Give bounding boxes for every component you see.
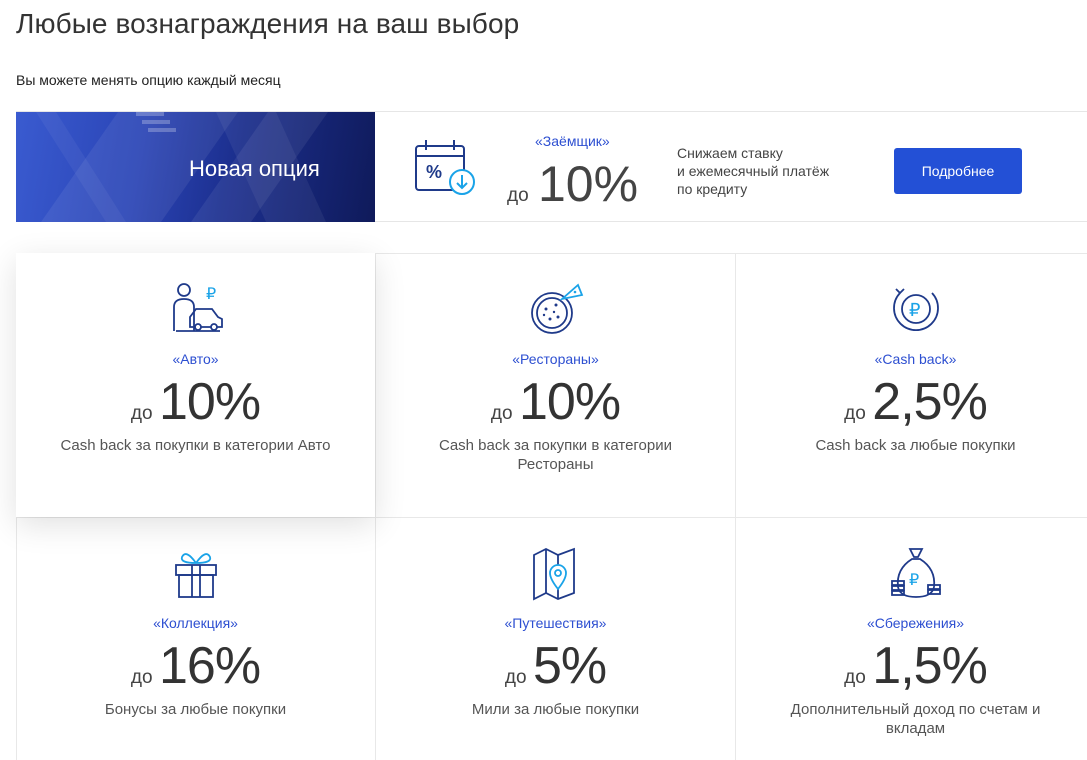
option-name[interactable]: «Cash back» (736, 351, 1087, 367)
option-value-row: до 5% (376, 636, 735, 696)
new-option-banner[interactable]: Новая опция (16, 112, 375, 222)
option-description: Cash back за любые покупки (815, 437, 1016, 454)
promo-description: Снижаем ставку и ежемесячный платёж по к… (677, 144, 847, 198)
option-value: 2,5% (872, 373, 988, 431)
option-name[interactable]: «Сбережения» (736, 615, 1087, 631)
page-subtitle: Вы можете менять опцию каждый месяц (16, 72, 281, 88)
money-bag-icon: ₽ (890, 548, 941, 598)
option-card-auto[interactable]: ₽ «Авто» до 10% Cash back за покупки в к… (16, 253, 375, 517)
option-description: Мили за любые покупки (471, 701, 640, 718)
option-value-row: до 16% (16, 636, 375, 696)
calendar-percent-icon: % (415, 140, 475, 195)
option-prefix: до (130, 667, 153, 688)
promo-description-line: и ежемесячный платёж (677, 163, 830, 179)
option-card-collection[interactable]: «Коллекция» до 16% Бонусы за любые покуп… (16, 517, 375, 760)
promo-value: 10% (538, 156, 639, 212)
page-title: Любые вознаграждения на ваш выбор (16, 8, 520, 39)
pizza-icon (530, 283, 583, 334)
promo-description-line: Снижаем ставку (677, 145, 783, 161)
promo-description-line: по кредиту (677, 181, 748, 197)
option-value: 10% (159, 373, 261, 431)
option-card-cashback[interactable]: ₽ «Cash back» до 2,5% Cash back за любые… (736, 253, 1087, 517)
option-name[interactable]: «Авто» (16, 351, 375, 367)
option-value: 16% (159, 637, 261, 695)
map-pin-icon (532, 547, 575, 601)
option-description: Бонусы за любые покупки (104, 701, 287, 718)
banner-label: Новая опция (189, 156, 320, 181)
option-prefix: до (490, 403, 513, 424)
svg-text:₽: ₽ (909, 300, 920, 320)
option-value-row: до 2,5% (736, 372, 1087, 432)
option-card-restaurants[interactable]: «Рестораны» до 10% Cash back за покупки … (376, 253, 735, 517)
option-value: 1,5% (872, 637, 988, 695)
details-button[interactable]: Подробнее (894, 148, 1022, 194)
option-value-row: до 1,5% (736, 636, 1087, 696)
option-prefix: до (504, 667, 527, 688)
ruble-coin-icon: ₽ (892, 288, 939, 331)
option-value-row: до 10% (376, 372, 735, 432)
option-card-travel[interactable]: «Путешествия» до 5% Мили за любые покупк… (376, 517, 735, 760)
option-description: Cash back за покупки в категории Рестора… (438, 437, 673, 473)
promo-option-name[interactable]: «Заёмщик» (535, 133, 610, 149)
option-description: Cash back за покупки в категории Авто (60, 437, 331, 454)
option-name[interactable]: «Рестораны» (376, 351, 735, 367)
option-prefix: до (844, 667, 866, 688)
gift-icon (174, 553, 217, 598)
option-value-row: до 10% (16, 372, 375, 432)
option-name[interactable]: «Путешествия» (376, 615, 735, 631)
option-description: Дополнительный доход по счетам и вкладам (790, 701, 1041, 737)
option-prefix: до (844, 403, 866, 424)
car-driver-icon: ₽ (172, 283, 223, 332)
option-prefix: до (130, 403, 153, 424)
svg-text:%: % (426, 162, 442, 182)
option-value: 10% (519, 373, 621, 431)
promo-prefix: до (507, 185, 529, 206)
option-value: 5% (532, 637, 607, 695)
svg-text:₽: ₽ (206, 286, 216, 303)
option-card-savings[interactable]: ₽ «Сбережения» до 1,5% Дополнительный до… (736, 517, 1087, 760)
option-name[interactable]: «Коллекция» (16, 615, 375, 631)
svg-text:₽: ₽ (909, 572, 919, 589)
